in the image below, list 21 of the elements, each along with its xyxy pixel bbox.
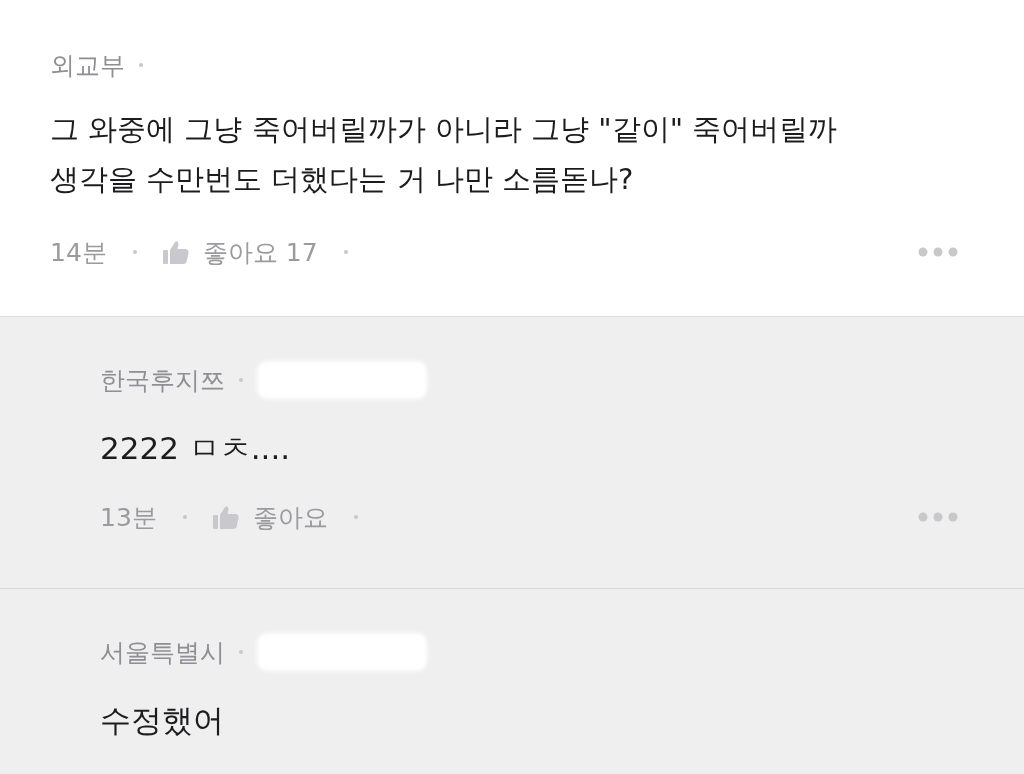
author-name[interactable]: 서울특별시: [100, 635, 225, 669]
comment-text: 그 와중에 그냥 죽어버릴까가 아니라 그냥 "같이" 죽어버릴까 생각을 수만번도 더했다는 거 나만 소름돋나?: [50, 111, 839, 198]
more-options-icon[interactable]: [918, 247, 958, 257]
separator-dot: [182, 515, 187, 519]
thumbs-up-icon: [212, 505, 239, 529]
comment-text: 2222 ㅁㅊ....: [100, 429, 292, 468]
comment-text: 수정했어: [100, 701, 225, 740]
author-name[interactable]: 외교부: [50, 48, 125, 82]
separator-dot: [132, 250, 137, 254]
timestamp: 14분: [50, 236, 107, 269]
thumbs-up-icon: [162, 240, 189, 264]
separator-dot: [139, 63, 143, 67]
timestamp: 13분: [100, 501, 157, 534]
like-button[interactable]: 좋아요: [212, 500, 328, 534]
more-options-icon[interactable]: [918, 512, 958, 522]
author-name[interactable]: 한국후지쯔: [100, 363, 225, 397]
separator-dot: [353, 515, 358, 519]
separator-dot: [239, 378, 243, 382]
separator-dot: [239, 650, 243, 654]
like-button[interactable]: 좋아요 17: [162, 235, 318, 269]
separator-dot: [343, 250, 348, 254]
